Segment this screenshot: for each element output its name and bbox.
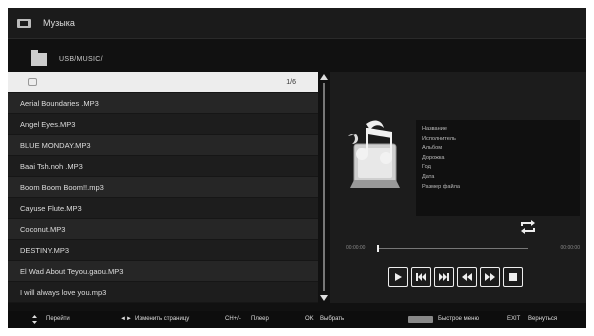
hint-move: Перейти	[46, 316, 70, 322]
rewind-button[interactable]	[457, 267, 477, 287]
rewind-icon	[462, 273, 472, 281]
list-item[interactable]: Baai Tsh.noh .MP3	[8, 156, 318, 177]
repeat-icon[interactable]	[518, 220, 538, 234]
hint-back: Вернуться	[528, 316, 558, 322]
play-button[interactable]	[388, 267, 408, 287]
media-player-screen: Музыка USB/MUSIC/ 1/6 Aerial Boundaries …	[8, 8, 586, 328]
total-time: 00:00:00	[560, 245, 580, 251]
file-name: El Wad About Teyou.gaou.MP3	[20, 266, 124, 276]
list-item[interactable]: I will always love you.mp3	[8, 282, 318, 303]
file-list: 1/6 Aerial Boundaries .MP3 Angel Eyes.MP…	[8, 72, 318, 303]
fast-forward-button[interactable]	[480, 267, 500, 287]
file-name: Boom Boom Boom!!.mp3	[20, 182, 104, 192]
folder-icon	[31, 49, 47, 66]
file-name: Cayuse Flute.MP3	[20, 203, 82, 213]
media-icon	[17, 18, 31, 28]
scroll-down-arrow-icon[interactable]	[320, 295, 328, 301]
progress-thumb[interactable]	[377, 245, 379, 252]
file-name: Angel Eyes.MP3	[20, 119, 76, 129]
stop-button[interactable]	[503, 267, 523, 287]
list-item[interactable]: Cayuse Flute.MP3	[8, 198, 318, 219]
list-scrollbar[interactable]	[320, 72, 328, 303]
hint-ok-key: OK	[305, 316, 314, 322]
list-item[interactable]: Boom Boom Boom!!.mp3	[8, 177, 318, 198]
app-title: Музыка	[43, 18, 75, 28]
info-label-album: Альбом	[422, 145, 443, 152]
info-label-track: Дорожка	[422, 154, 445, 161]
stop-icon	[509, 273, 517, 281]
hint-select: Выбрать	[320, 316, 345, 322]
info-label-title: Название	[422, 126, 447, 132]
hint-change-page: Изменить страницу	[135, 316, 190, 322]
list-item[interactable]: Angel Eyes.MP3	[8, 114, 318, 135]
path-bar: USB/MUSIC/	[8, 46, 586, 72]
file-name: Aerial Boundaries .MP3	[20, 98, 99, 108]
info-label-file-size: Размер файла	[422, 183, 460, 190]
file-name: BLUE MONDAY.MP3	[20, 140, 91, 150]
info-label-artist: Исполнитель	[422, 135, 456, 142]
scroll-track[interactable]	[323, 83, 325, 291]
list-item[interactable]: Aerial Boundaries .MP3	[8, 93, 318, 114]
info-label-year: Год	[422, 164, 431, 171]
up-down-arrows-icon	[32, 315, 37, 324]
playback-progress: 00:00:00 00:00:00	[334, 242, 584, 254]
fast-forward-icon	[485, 273, 495, 281]
now-playing-panel: Название Исполнитель Альбом Дорожка Год …	[330, 72, 586, 303]
list-item-parent-folder[interactable]: 1/6	[8, 72, 318, 93]
file-name: Coconut.MP3	[20, 224, 66, 234]
progress-track[interactable]	[377, 245, 528, 252]
hint-left-right-key: ◄►	[120, 316, 132, 322]
list-item[interactable]: DESTINY.MP3	[8, 240, 318, 261]
previous-track-button[interactable]	[411, 267, 431, 287]
track-info-box: Название Исполнитель Альбом Дорожка Год …	[416, 120, 580, 216]
play-icon	[395, 273, 402, 281]
list-item[interactable]: Coconut.MP3	[8, 219, 318, 240]
list-item[interactable]: BLUE MONDAY.MP3	[8, 135, 318, 156]
list-item[interactable]: El Wad About Teyou.gaou.MP3	[8, 261, 318, 282]
top-bar: Музыка	[8, 8, 586, 39]
next-track-icon	[439, 273, 449, 281]
page-counter: 1/6	[286, 78, 296, 86]
playback-controls	[388, 267, 523, 289]
file-name: Baai Tsh.noh .MP3	[20, 161, 83, 171]
scroll-up-arrow-icon[interactable]	[320, 74, 328, 80]
file-name: DESTINY.MP3	[20, 245, 70, 255]
current-path: USB/MUSIC/	[59, 55, 103, 63]
bottom-hint-bar: Перейти ◄► Изменить страницу CH+/- Плеер…	[8, 311, 586, 328]
grey-button-icon	[408, 316, 433, 323]
parent-folder-icon	[28, 78, 37, 86]
file-name: I will always love you.mp3	[20, 287, 107, 297]
info-label-date: Дата	[422, 173, 435, 180]
hint-exit-key: EXIT	[507, 316, 521, 322]
prev-track-icon	[416, 273, 426, 281]
hint-player: Плеер	[251, 316, 269, 322]
elapsed-time: 00:00:00	[346, 245, 366, 251]
next-track-button[interactable]	[434, 267, 454, 287]
music-album-art-icon	[348, 120, 400, 188]
hint-quick-menu: Быстрое меню	[438, 316, 479, 322]
hint-ch-key: CH+/-	[225, 316, 241, 322]
